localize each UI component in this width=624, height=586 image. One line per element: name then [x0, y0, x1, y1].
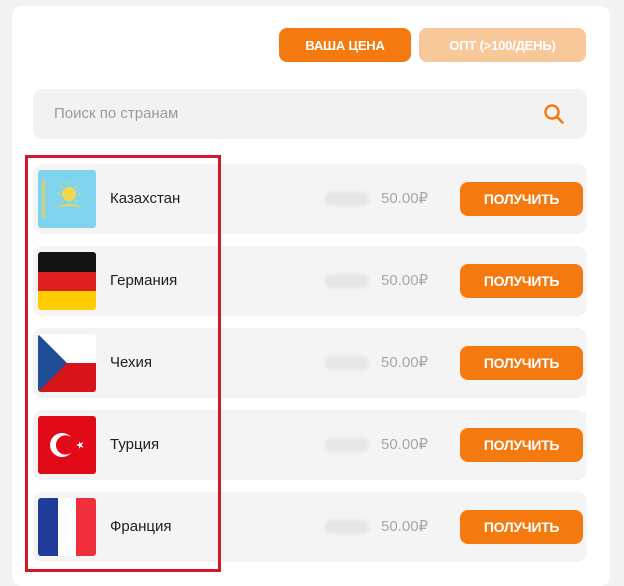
- search-input[interactable]: Поиск по странам: [54, 89, 178, 139]
- get-button[interactable]: ПОЛУЧИТЬ: [460, 264, 583, 298]
- price-label: 50.00₽: [381, 436, 429, 453]
- search-icon[interactable]: [543, 103, 565, 125]
- highlight-box: [25, 155, 221, 572]
- wholesale-button[interactable]: ОПТ (>100/ДЕНЬ): [419, 28, 586, 62]
- search-bar[interactable]: Поиск по странам: [33, 89, 587, 139]
- price-label: 50.00₽: [381, 354, 429, 371]
- blurred-value: [325, 274, 369, 288]
- get-button[interactable]: ПОЛУЧИТЬ: [460, 428, 583, 462]
- blurred-value: [325, 520, 369, 534]
- your-price-button[interactable]: ВАША ЦЕНА: [279, 28, 411, 62]
- price-label: 50.00₽: [381, 518, 429, 535]
- price-label: 50.00₽: [381, 190, 429, 207]
- get-button[interactable]: ПОЛУЧИТЬ: [460, 182, 583, 216]
- blurred-value: [325, 438, 369, 452]
- blurred-value: [325, 356, 369, 370]
- blurred-value: [325, 192, 369, 206]
- get-button[interactable]: ПОЛУЧИТЬ: [460, 346, 583, 380]
- price-label: 50.00₽: [381, 272, 429, 289]
- get-button[interactable]: ПОЛУЧИТЬ: [460, 510, 583, 544]
